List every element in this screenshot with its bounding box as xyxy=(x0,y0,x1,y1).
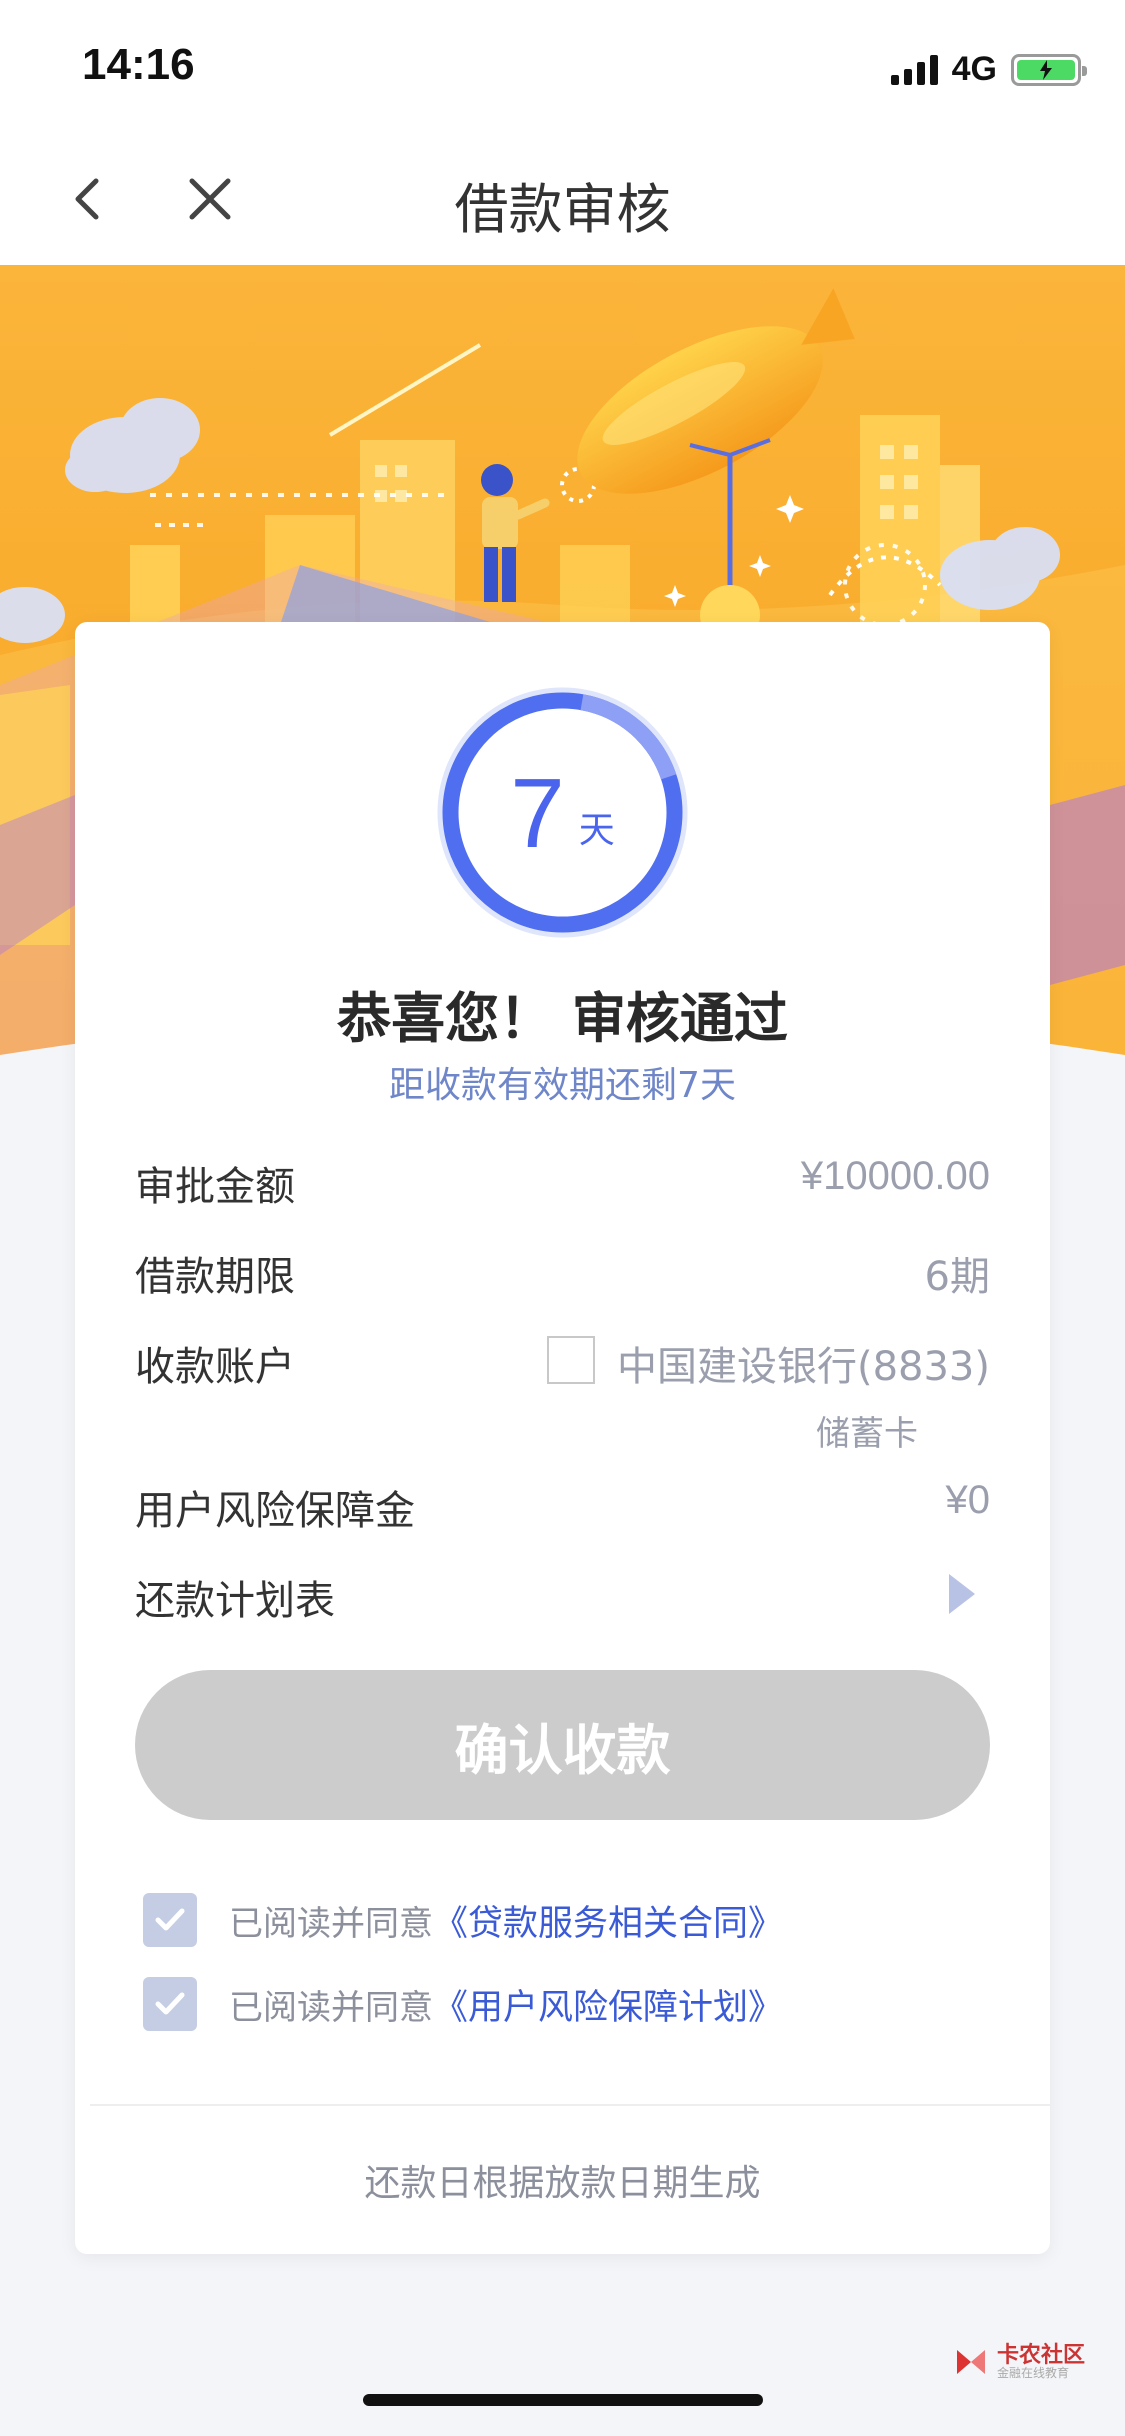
watermark-logo-icon xyxy=(956,2350,985,2374)
page-title: 借款审核 xyxy=(454,178,671,241)
account-type: 储蓄卡 xyxy=(816,1414,918,1454)
approval-card: 7 天 恭喜您！ 审核通过 距收款有效期还剩7天 审批金额 ¥10000.00 … xyxy=(75,622,1050,2254)
confirm-receive-button[interactable]: 确认收款 xyxy=(135,1670,990,1820)
risk-guarantee-label: 用户风险保障金 xyxy=(135,1488,415,1534)
checkbox-checked-icon[interactable] xyxy=(143,1977,197,2031)
battery-icon xyxy=(1011,53,1087,86)
countdown-unit: 天 xyxy=(578,809,615,851)
risk-guarantee-row: 用户风险保障金 ¥0 xyxy=(135,1478,990,1538)
countdown-ring: 7 天 xyxy=(430,680,695,945)
watermark-title: 卡农社区 xyxy=(996,2343,1085,2369)
receiving-account-value: 中国建设银行(8833) xyxy=(616,1344,990,1390)
status-bar: 14:16 4G xyxy=(0,0,1125,135)
receiving-account-label: 收款账户 xyxy=(135,1344,295,1390)
status-indicators: 4G xyxy=(890,50,1087,89)
loan-term-label: 借款期限 xyxy=(135,1254,295,1300)
agreement-prefix: 已阅读并同意 xyxy=(229,1987,433,2028)
agreement-loan-contract[interactable]: 已阅读并同意 《贷款服务相关合同》 xyxy=(143,1892,1003,1948)
status-time: 14:16 xyxy=(82,40,195,89)
risk-plan-link[interactable]: 《用户风险保障计划》 xyxy=(433,1979,783,2030)
approved-amount-value: ¥10000.00 xyxy=(800,1154,990,1198)
validity-notice: 距收款有效期还剩7天 xyxy=(389,1065,736,1106)
approved-amount-label: 审批金额 xyxy=(135,1164,295,1210)
approved-amount-row: 审批金额 ¥10000.00 xyxy=(135,1154,990,1214)
signal-icon xyxy=(890,54,938,85)
agreement-prefix: 已阅读并同意 xyxy=(229,1903,433,1944)
nav-bar: 借款审核 xyxy=(0,135,1125,265)
watermark-subtitle: 金融在线教育 xyxy=(996,2366,1069,2381)
approval-title: 恭喜您！ 审核通过 xyxy=(337,987,788,1050)
receiving-account-row[interactable]: 收款账户 中国建设银行(8833) 储蓄卡 xyxy=(135,1334,990,1464)
risk-guarantee-value: ¥0 xyxy=(945,1478,991,1522)
triangle-right-icon xyxy=(949,1574,975,1614)
countdown-number: 7 xyxy=(510,757,565,868)
loan-term-value: 6期 xyxy=(924,1254,990,1300)
repayment-date-note: 还款日根据放款日期生成 xyxy=(364,2163,761,2204)
network-type: 4G xyxy=(951,50,997,88)
loan-term-row: 借款期限 6期 xyxy=(135,1244,990,1304)
bank-logo-icon xyxy=(547,1336,595,1384)
divider xyxy=(90,2104,1050,2106)
repayment-schedule-row[interactable]: 还款计划表 xyxy=(135,1568,990,1628)
repayment-schedule-label: 还款计划表 xyxy=(135,1578,335,1624)
agreement-risk-plan[interactable]: 已阅读并同意 《用户风险保障计划》 xyxy=(143,1976,1003,2032)
checkbox-checked-icon[interactable] xyxy=(143,1893,197,1947)
loan-contract-link[interactable]: 《贷款服务相关合同》 xyxy=(433,1895,783,1946)
home-indicator[interactable] xyxy=(363,2394,763,2406)
watermark: 卡农社区 金融在线教育 xyxy=(951,2342,1085,2382)
